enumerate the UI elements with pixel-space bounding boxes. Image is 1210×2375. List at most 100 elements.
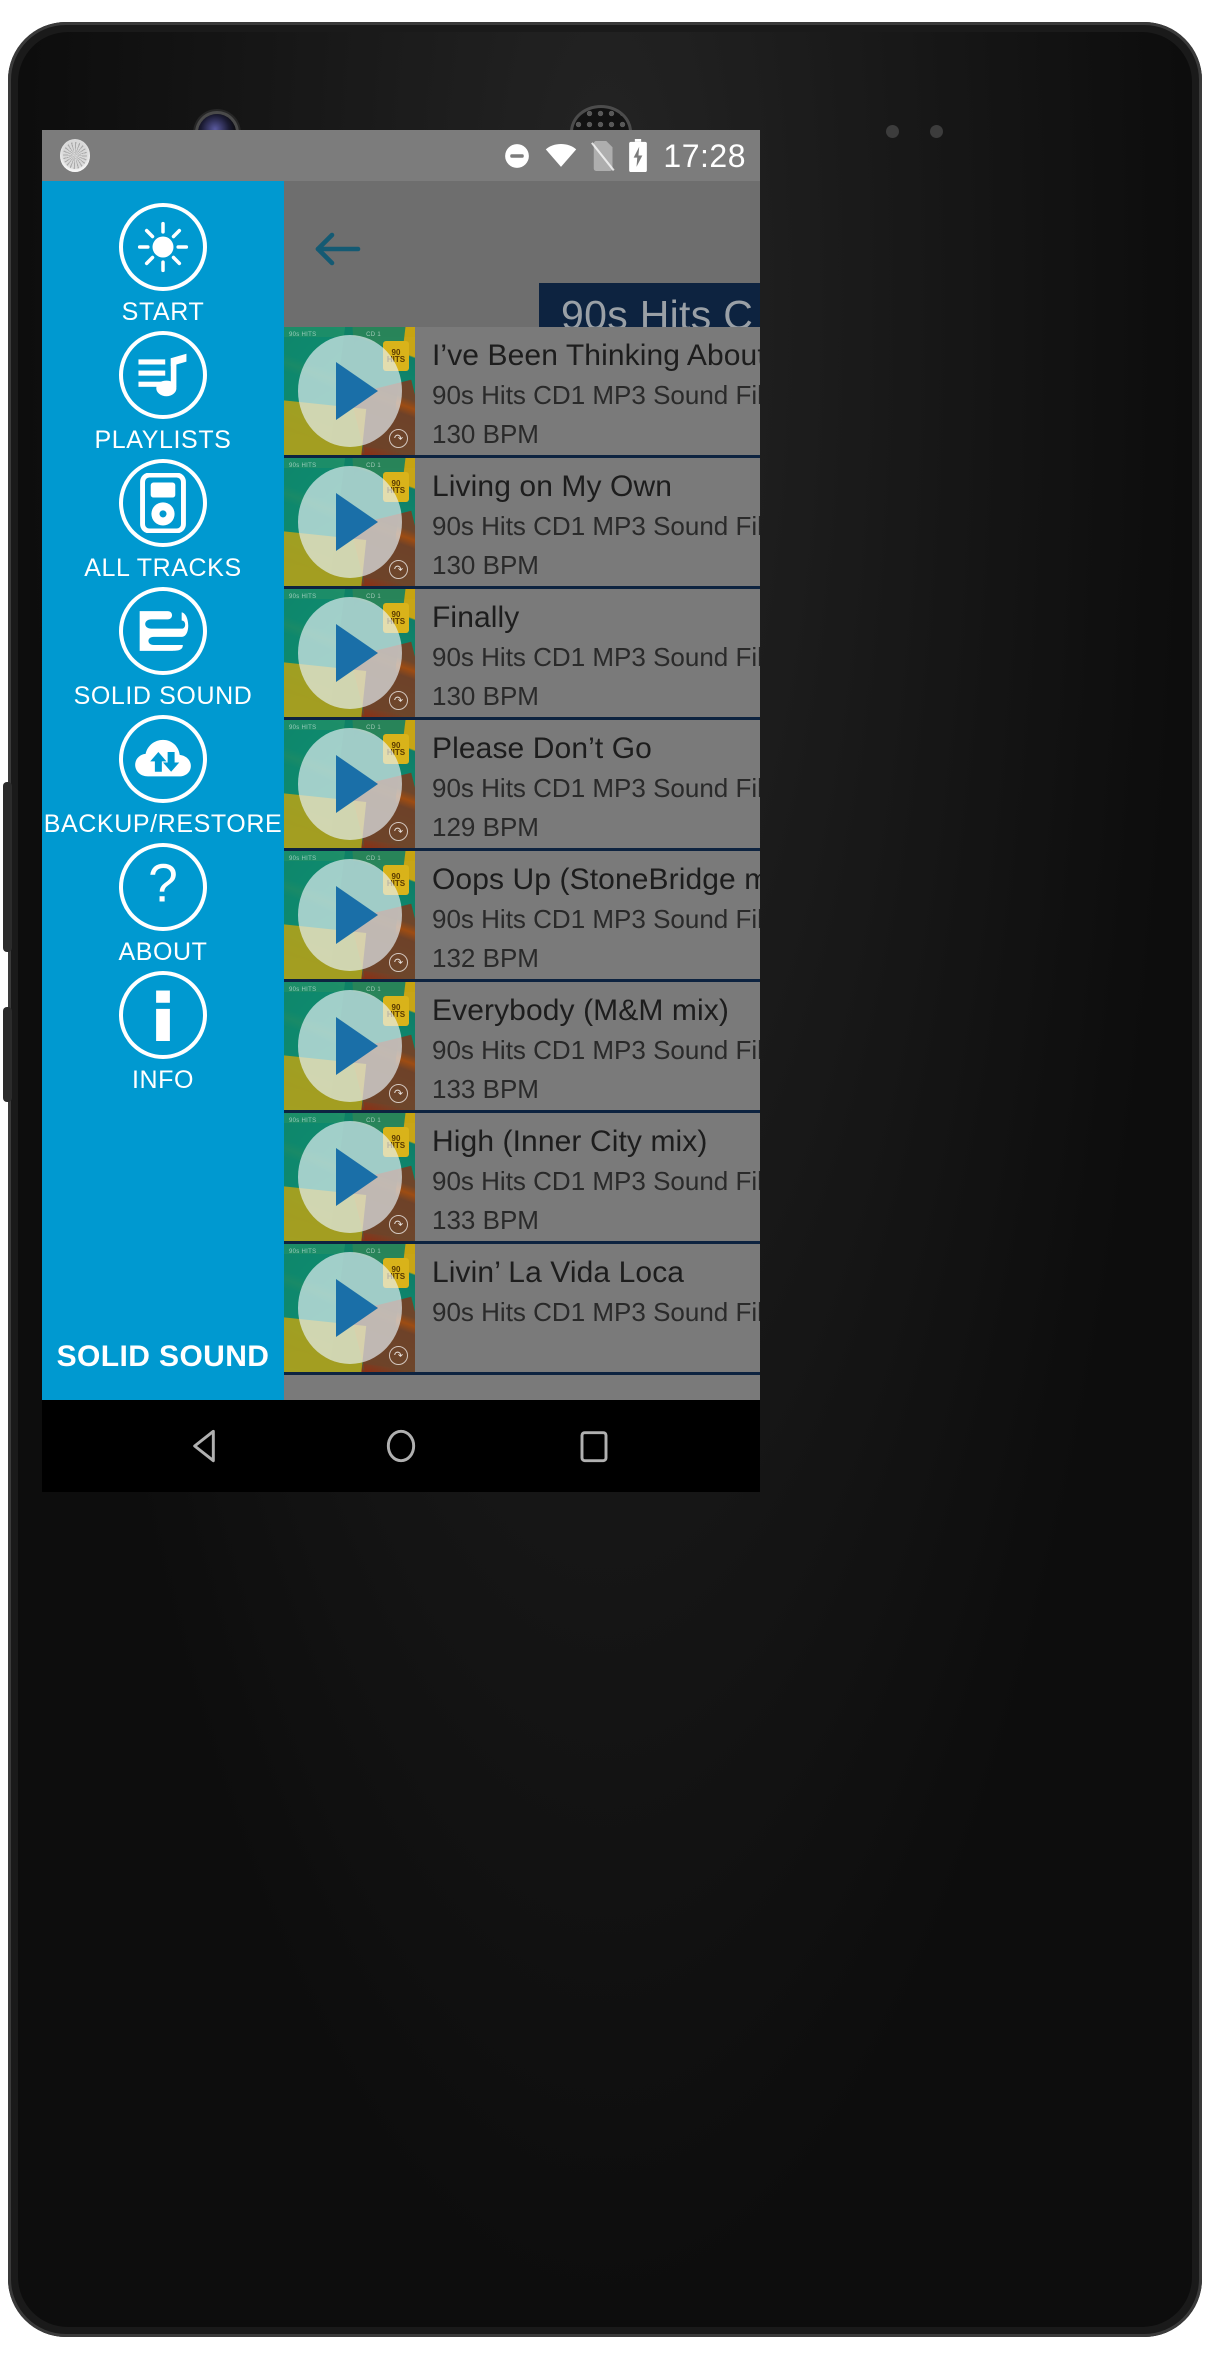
android-recents-button[interactable] (559, 1411, 629, 1481)
sidebar-item-label: INFO (131, 1066, 195, 1094)
track-title: Please Don’t Go (432, 732, 652, 765)
sidebar-item-label: ABOUT (118, 938, 208, 966)
track-album: 90s Hits CD1 MP3 Sound Files (432, 1034, 760, 1065)
do-not-disturb-icon (505, 143, 530, 168)
album-art-thumbnail[interactable]: 90s HITS CD 1 90 HITS ↷ (284, 1113, 415, 1241)
sidebar-item-all-tracks[interactable]: ALL TRACKS (42, 459, 284, 581)
solid-sound-logo-icon (119, 587, 207, 675)
recents-square-icon (580, 1431, 608, 1463)
track-title: Oops Up (StoneBridge mix) (432, 863, 760, 896)
track-bpm: 129 BPM (432, 812, 539, 843)
sidebar-item-label: BACKUP/RESTORE (43, 810, 283, 838)
track-row[interactable]: 90s HITS CD 1 90 HITS ↷ Please Don’t Go 90s Hi… (284, 720, 760, 851)
track-row[interactable]: 90s HITS CD 1 90 HITS ↷ Livin’ La Vida Loca 90… (284, 1244, 760, 1375)
track-title: Living on My Own (432, 470, 673, 503)
track-album: 90s Hits CD1 MP3 Sound Files (432, 510, 760, 541)
track-album: 90s Hits CD1 MP3 Sound Files (432, 379, 760, 410)
sidebar-item-label: ALL TRACKS (84, 554, 242, 582)
no-sim-card-icon (591, 140, 616, 171)
play-button-icon[interactable] (297, 990, 402, 1102)
sidebar-item-backup-restore[interactable]: BACKUP/RESTORE (42, 715, 284, 837)
play-button-icon[interactable] (297, 335, 402, 447)
sidebar-item-label: START (121, 298, 205, 326)
power-button[interactable] (3, 1007, 12, 1102)
play-button-icon[interactable] (297, 1252, 402, 1364)
album-art-thumbnail[interactable]: 90s HITS CD 1 90 HITS ↷ (284, 1244, 415, 1372)
android-navigation-bar (42, 1400, 760, 1492)
play-button-icon[interactable] (297, 1121, 402, 1233)
back-arrow-icon[interactable] (314, 227, 362, 271)
play-button-icon[interactable] (297, 859, 402, 971)
phone-screen: 17:28 START PLAYLISTS ALL TRACKS SOLID S… (42, 130, 760, 1400)
mp3-player-icon (119, 459, 207, 547)
drawer-footer-brand: SOLID SOUND (56, 1340, 270, 1373)
album-art-thumbnail[interactable]: 90s HITS CD 1 90 HITS ↷ (284, 589, 415, 717)
app-body: START PLAYLISTS ALL TRACKS SOLID SOUND B… (42, 181, 760, 1400)
status-bar-left (60, 139, 90, 172)
svg-text:?: ? (148, 859, 178, 914)
home-circle-icon (386, 1429, 416, 1463)
track-album: 90s Hits CD1 MP3 Sound Files (432, 772, 760, 803)
android-home-button[interactable] (366, 1411, 436, 1481)
sidebar-item-start[interactable]: START (42, 203, 284, 325)
android-back-button[interactable] (173, 1411, 243, 1481)
sidebar-item-solid-sound[interactable]: SOLID SOUND (42, 587, 284, 709)
album-art-thumbnail[interactable]: 90s HITS CD 1 90 HITS ↷ (284, 851, 415, 979)
album-art-thumbnail[interactable]: 90s HITS CD 1 90 HITS ↷ (284, 458, 415, 586)
drawer-footer: SOLID SOUND (42, 1340, 284, 1400)
track-title: Everybody (M&M mix) (432, 994, 729, 1027)
track-meta: High (Inner City mix) 90s Hits CD1 MP3 So… (415, 1113, 760, 1241)
track-row[interactable]: 90s HITS CD 1 90 HITS ↷ I’ve Been Thinking Ab… (284, 327, 760, 458)
status-bar: 17:28 (42, 130, 760, 181)
sidebar-item-playlists[interactable]: PLAYLISTS (42, 331, 284, 453)
wifi-icon (546, 143, 577, 167)
track-bpm: 133 BPM (432, 1205, 539, 1236)
track-album: 90s Hits CD1 MP3 Sound Files (432, 903, 760, 934)
track-title: Livin’ La Vida Loca (432, 1256, 685, 1289)
playlist-music-note-icon (119, 331, 207, 419)
track-meta: Living on My Own 90s Hits CD1 MP3 Sound F… (415, 458, 760, 586)
track-album: 90s Hits CD1 MP3 Sound Files (432, 1296, 760, 1327)
track-row[interactable]: 90s HITS CD 1 90 HITS ↷ Everybody (M&M mix) 90… (284, 982, 760, 1113)
track-row[interactable]: 90s HITS CD 1 90 HITS ↷ Living on My Own 90s H… (284, 458, 760, 589)
track-title: I’ve Been Thinking About You (432, 339, 760, 372)
album-art-thumbnail[interactable]: 90s HITS CD 1 90 HITS ↷ (284, 720, 415, 848)
track-row[interactable]: 90s HITS CD 1 90 HITS ↷ Finally 90s Hits CD1 M… (284, 589, 760, 720)
status-bar-clock: 17:28 (663, 137, 746, 174)
sidebar-item-info[interactable]: INFO (42, 971, 284, 1093)
track-row[interactable]: 90s HITS CD 1 90 HITS ↷ High (Inner City mix)… (284, 1113, 760, 1244)
track-title: Finally (432, 601, 520, 634)
play-button-icon[interactable] (297, 466, 402, 578)
status-bar-right: 17:28 (502, 139, 746, 172)
track-bpm: 132 BPM (432, 943, 539, 974)
track-meta: Oops Up (StoneBridge mix) 90s Hits CD1 MP… (415, 851, 760, 979)
light-sensor-icon (930, 125, 943, 138)
track-bpm: 130 BPM (432, 419, 539, 450)
track-bpm: 130 BPM (432, 550, 539, 581)
back-triangle-icon (193, 1429, 216, 1463)
cloud-sync-icon (119, 715, 207, 803)
navigation-drawer: START PLAYLISTS ALL TRACKS SOLID SOUND B… (42, 181, 284, 1400)
content-pane: 90s Hits C 90s HITS CD 1 90 HITS ↷ I’ve Been … (284, 181, 760, 1400)
play-button-icon[interactable] (297, 728, 402, 840)
information-icon (119, 971, 207, 1059)
sidebar-item-about[interactable]: ? ABOUT (42, 843, 284, 965)
volume-button[interactable] (3, 782, 12, 952)
sidebar-item-label: PLAYLISTS (94, 426, 232, 454)
track-bpm: 130 BPM (432, 681, 539, 712)
track-list[interactable]: 90s HITS CD 1 90 HITS ↷ I’ve Been Thinking Ab… (284, 327, 760, 1400)
track-row[interactable]: 90s HITS CD 1 90 HITS ↷ Oops Up (StoneBridge … (284, 851, 760, 982)
track-meta: I’ve Been Thinking About You 90s Hits CD1… (415, 327, 760, 455)
track-meta: Please Don’t Go 90s Hits CD1 MP3 Sound Fi… (415, 720, 760, 848)
sidebar-item-label: SOLID SOUND (73, 682, 253, 710)
question-mark-icon: ? (119, 843, 207, 931)
album-art-thumbnail[interactable]: 90s HITS CD 1 90 HITS ↷ (284, 982, 415, 1110)
track-meta: Everybody (M&M mix) 90s Hits CD1 MP3 Soun… (415, 982, 760, 1110)
track-bpm: 133 BPM (432, 1074, 539, 1105)
proximity-sensor-icon (886, 125, 899, 138)
track-meta: Finally 90s Hits CD1 MP3 Sound Files 130 B… (415, 589, 760, 717)
album-art-thumbnail[interactable]: 90s HITS CD 1 90 HITS ↷ (284, 327, 415, 455)
app-toolbar: 90s Hits C (284, 181, 760, 347)
track-title: High (Inner City mix) (432, 1125, 708, 1158)
play-button-icon[interactable] (297, 597, 402, 709)
